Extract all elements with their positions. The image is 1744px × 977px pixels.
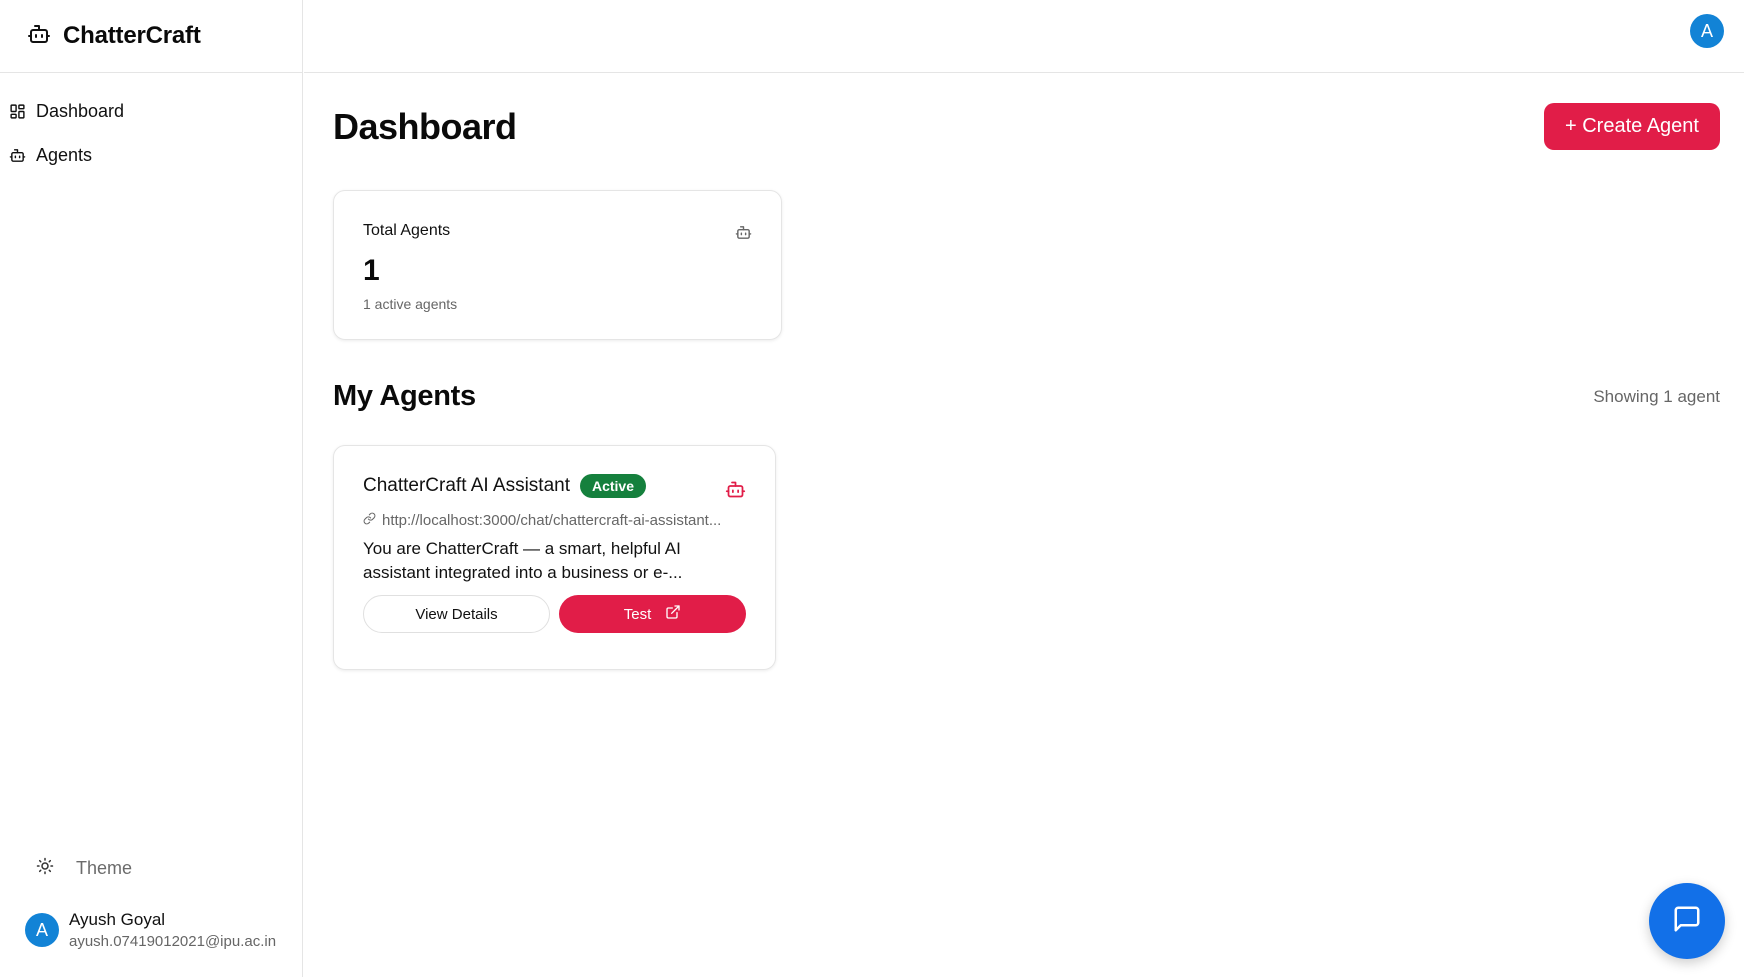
- section-title: My Agents: [333, 380, 476, 412]
- create-agent-button[interactable]: + Create Agent: [1544, 103, 1720, 150]
- test-button-label: Test: [623, 605, 652, 623]
- user-profile[interactable]: A Ayush Goyal ayush.07419012021@ipu.ac.i…: [25, 910, 276, 950]
- user-email: ayush.07419012021@ipu.ac.in: [69, 933, 277, 950]
- theme-toggle[interactable]: Theme: [36, 857, 132, 880]
- test-button[interactable]: Test: [559, 595, 746, 633]
- sidebar-nav: Dashboard Agents: [0, 73, 302, 177]
- page-title: Dashboard: [333, 106, 517, 147]
- view-details-button[interactable]: View Details: [363, 595, 550, 633]
- sidebar: ChatterCraft Dashboard Agents Theme A Ay…: [0, 0, 303, 977]
- bot-icon: [725, 479, 746, 505]
- agent-card: ChatterCraft AI Assistant Active http://…: [333, 445, 776, 670]
- sidebar-item-dashboard[interactable]: Dashboard: [0, 89, 302, 133]
- agent-description-line: You are ChatterCraft — a smart, helpful …: [363, 539, 681, 558]
- sun-icon: [36, 857, 54, 880]
- stat-subtext: 1 active agents: [363, 296, 458, 312]
- stat-value: 1: [363, 254, 380, 287]
- external-link-icon: [665, 604, 681, 624]
- status-badge: Active: [579, 474, 647, 498]
- agent-url-text: http://localhost:3000/chat/chattercraft-…: [382, 512, 722, 529]
- chat-launcher-button[interactable]: [1649, 883, 1725, 959]
- agent-url: http://localhost:3000/chat/chattercraft-…: [363, 512, 746, 529]
- bot-icon: [735, 224, 752, 246]
- agent-name: ChatterCraft AI Assistant: [363, 475, 570, 496]
- showing-count: Showing 1 agent: [1593, 387, 1720, 406]
- link-icon: [363, 512, 376, 529]
- sidebar-item-agents[interactable]: Agents: [0, 133, 302, 177]
- brand-name: ChatterCraft: [63, 22, 201, 49]
- bot-icon: [8, 146, 26, 164]
- sidebar-item-label: Dashboard: [36, 100, 125, 121]
- theme-label: Theme: [76, 858, 133, 878]
- user-name: Ayush Goyal: [69, 910, 166, 929]
- layout-grid-icon: [8, 102, 26, 120]
- bot-icon: [27, 22, 51, 51]
- user-avatar-button[interactable]: A: [1690, 14, 1724, 48]
- total-agents-card: Total Agents 1 1 active agents: [333, 190, 782, 340]
- sidebar-item-label: Agents: [36, 144, 93, 165]
- message-square-icon: [1672, 904, 1702, 939]
- topbar: A: [304, 0, 1744, 73]
- avatar: A: [25, 913, 59, 947]
- agent-description: You are ChatterCraft — a smart, helpful …: [363, 537, 746, 585]
- agent-description-line: assistant integrated into a business or …: [363, 563, 683, 582]
- brand[interactable]: ChatterCraft: [0, 0, 302, 73]
- stat-label: Total Agents: [363, 222, 451, 239]
